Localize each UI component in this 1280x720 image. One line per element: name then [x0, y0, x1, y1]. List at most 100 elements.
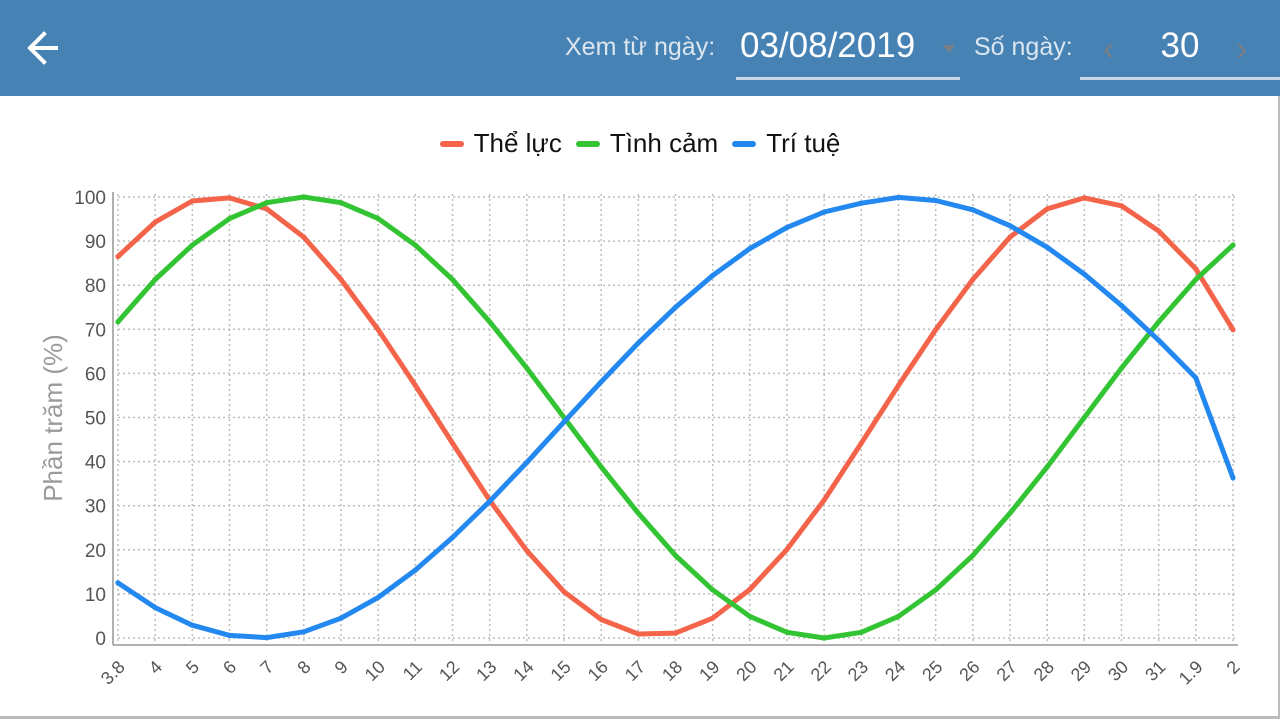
- x-tick-label: 29: [1067, 657, 1095, 685]
- series-intellectual-point: [1044, 244, 1050, 250]
- series-intellectual-point: [561, 419, 567, 425]
- y-axis-label: Phần trăm (%): [38, 334, 68, 502]
- series-physical-point: [598, 616, 604, 623]
- series-emotional-point: [226, 216, 233, 222]
- series-physical-point: [895, 382, 902, 388]
- series-physical-point: [747, 586, 753, 593]
- x-tick-label: 5: [182, 657, 203, 678]
- series-physical-point: [1081, 195, 1087, 201]
- series-emotional-point: [1156, 319, 1162, 325]
- series-intellectual-point: [821, 209, 827, 215]
- series-physical-point: [189, 198, 195, 204]
- series-intellectual-point: [1156, 337, 1162, 343]
- x-tick-label: 22: [807, 657, 835, 685]
- x-tick-label: 3.8: [97, 657, 129, 689]
- series-emotional-point: [821, 635, 827, 641]
- series-intellectual-point: [449, 534, 456, 541]
- series-emotional-point: [152, 276, 158, 283]
- series-physical-point: [524, 548, 530, 554]
- series-intellectual-point: [264, 634, 270, 641]
- series-physical-point: [1230, 327, 1236, 333]
- series-physical-point: [1007, 234, 1013, 240]
- series-intellectual-point: [747, 245, 753, 252]
- series-intellectual-point: [970, 207, 976, 213]
- series-intellectual-point: [933, 197, 939, 204]
- series-physical-point: [412, 382, 418, 388]
- y-tick-label: 60: [85, 364, 106, 385]
- series-emotional-point: [301, 194, 307, 200]
- series-intellectual-point: [152, 604, 158, 611]
- x-tick-label: 11: [399, 657, 426, 684]
- series-intellectual-point: [189, 622, 195, 628]
- series-intellectual-point: [635, 340, 641, 346]
- x-tick-label: 26: [955, 657, 983, 685]
- series-emotional-point: [1230, 242, 1236, 248]
- series-emotional-point: [598, 464, 604, 470]
- series-physical-point: [115, 253, 121, 260]
- series-emotional-point: [264, 200, 270, 206]
- series-emotional-point: [1118, 365, 1125, 371]
- series-emotional-point: [858, 629, 864, 635]
- x-tick-label: 30: [1104, 657, 1132, 685]
- series-intellectual-point: [487, 498, 493, 504]
- x-tick-label: 25: [918, 657, 946, 685]
- x-tick-label: 18: [658, 657, 686, 685]
- series-intellectual-line: [115, 194, 1236, 641]
- series-physical-point: [858, 440, 864, 446]
- series-physical-point: [1118, 203, 1125, 209]
- x-tick-label: 1.9: [1175, 657, 1207, 689]
- y-tick-label: 50: [85, 409, 106, 430]
- series-intellectual-point: [301, 629, 307, 635]
- y-tick-label: 100: [74, 188, 106, 209]
- y-tick-label: 70: [85, 320, 106, 341]
- series-intellectual-point: [338, 615, 344, 621]
- series-physical-point: [1156, 228, 1162, 234]
- x-tick-label: 27: [993, 657, 1021, 685]
- series-physical-point: [635, 631, 641, 637]
- series-physical-point: [710, 615, 716, 621]
- x-tick-label: 17: [621, 657, 649, 685]
- series-physical-point: [338, 276, 344, 283]
- series-emotional-point: [115, 319, 121, 325]
- series-emotional-point: [747, 613, 753, 619]
- series-physical-point: [152, 219, 158, 225]
- x-tick-label: 31: [1141, 657, 1169, 685]
- series-emotional-point: [487, 319, 493, 325]
- series-physical-point: [1044, 206, 1050, 212]
- x-tick-label: 7: [256, 657, 277, 678]
- series-intellectual-point: [1193, 375, 1199, 381]
- x-tick-label: 23: [844, 657, 872, 685]
- x-tick-label: 16: [584, 657, 612, 685]
- x-tick-label: 13: [472, 657, 500, 685]
- series-emotional-point: [1007, 510, 1013, 516]
- y-tick-label: 30: [85, 497, 106, 518]
- x-tick-label: 20: [732, 657, 760, 685]
- series-emotional-point: [710, 587, 716, 593]
- series-emotional-point: [895, 613, 902, 619]
- series-intellectual-point: [524, 459, 530, 466]
- series-emotional-point: [1081, 414, 1087, 421]
- x-tick-label: 2: [1223, 657, 1244, 678]
- series-emotional-point: [412, 242, 418, 248]
- series-intellectual-point: [1007, 223, 1013, 229]
- x-tick-label: 10: [361, 657, 389, 685]
- series-physical-point: [301, 234, 307, 240]
- series-physical-point: [970, 276, 976, 283]
- x-tick-label: 12: [435, 657, 463, 685]
- series-intellectual-point: [672, 304, 679, 310]
- series-emotional-point: [970, 552, 976, 559]
- series-intellectual-point: [226, 632, 233, 638]
- series-intellectual-point: [412, 567, 418, 573]
- series-intellectual-point: [375, 594, 381, 601]
- series-emotional-point: [375, 216, 381, 222]
- series-intellectual-point: [858, 200, 864, 206]
- series-emotional-point: [1044, 464, 1050, 470]
- series-physical-point: [375, 327, 381, 333]
- series-intellectual-point: [1081, 271, 1087, 277]
- series-emotional-point: [338, 200, 344, 206]
- x-tick-label: 8: [293, 657, 314, 678]
- series-physical-point: [672, 630, 679, 636]
- series-emotional-point: [933, 587, 939, 593]
- series-emotional-point: [784, 629, 790, 635]
- series-intellectual-point: [1118, 302, 1125, 309]
